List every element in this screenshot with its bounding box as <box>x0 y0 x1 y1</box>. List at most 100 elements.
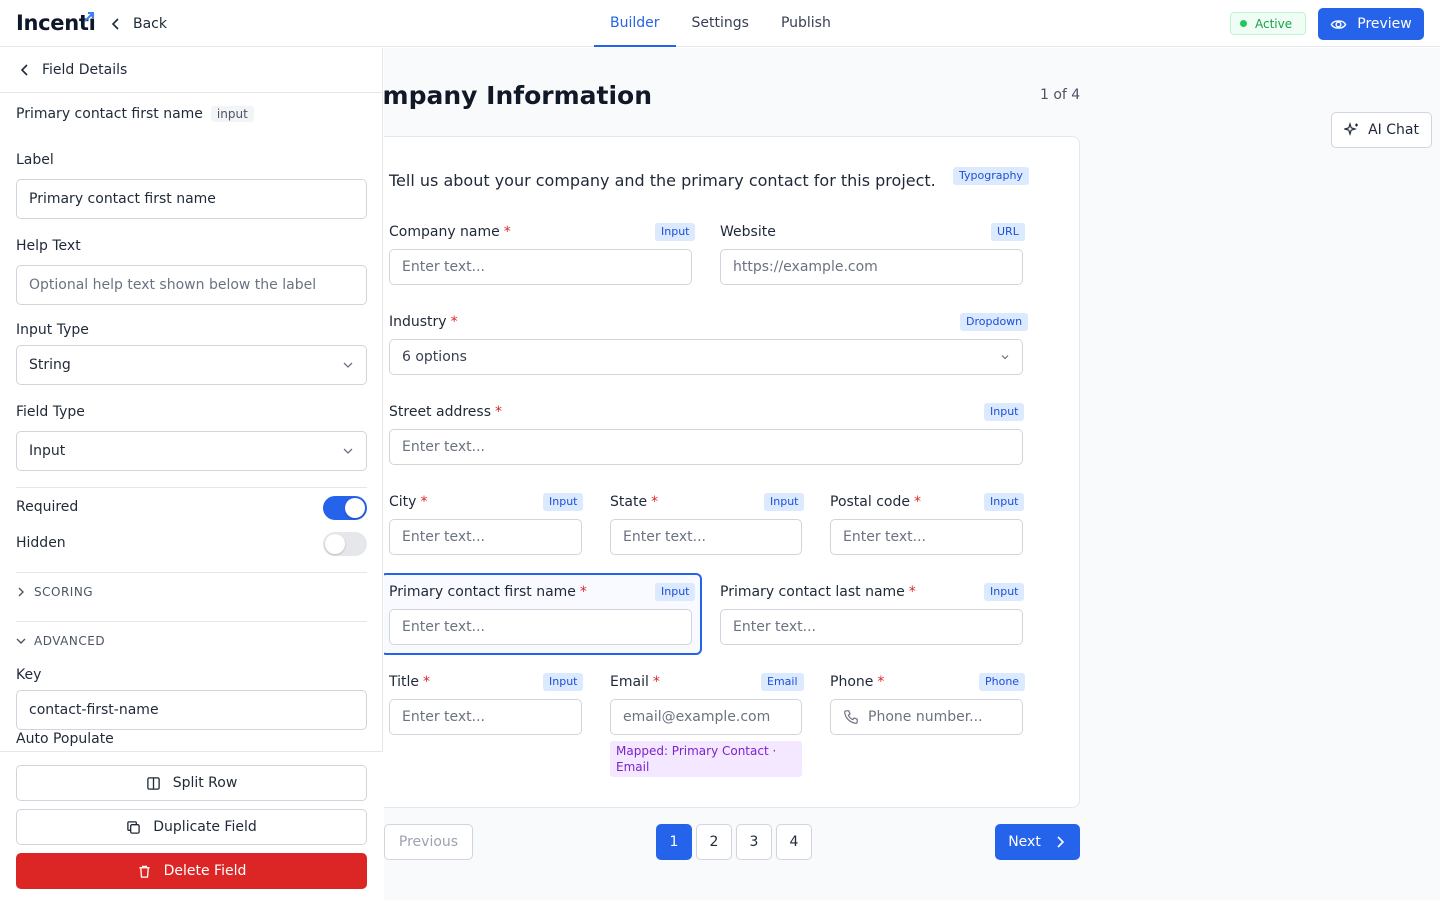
first-name-input[interactable] <box>389 609 692 645</box>
divider <box>16 572 367 573</box>
duplicate-field-button[interactable]: Duplicate Field <box>16 809 367 845</box>
scoring-section-toggle[interactable]: SCORING <box>16 585 93 599</box>
field-type-select[interactable]: Input <box>16 431 367 471</box>
required-label: Required <box>16 499 79 515</box>
status-dot-icon <box>1240 20 1247 27</box>
chevron-down-icon <box>1001 355 1009 360</box>
field-type-heading: Field Type <box>16 404 85 420</box>
duplicate-field-label: Duplicate Field <box>153 819 257 835</box>
help-text-heading: Help Text <box>16 238 81 254</box>
required-marker: * <box>877 674 885 690</box>
title-label: Title <box>389 674 420 690</box>
form-canvas: Company Information 1 of 4 AI Chat Tell … <box>384 48 1440 900</box>
input-type-heading: Input Type <box>16 322 89 338</box>
next-button[interactable]: Next <box>995 824 1080 860</box>
industry-select[interactable]: 6 options <box>389 339 1023 375</box>
field-label: Primary contact first name * <box>389 584 587 600</box>
scoring-label: SCORING <box>34 585 94 599</box>
email-input[interactable] <box>610 699 802 735</box>
tab-builder[interactable]: Builder <box>594 0 676 47</box>
copy-icon <box>127 820 141 834</box>
ai-chat-label: AI Chat <box>1368 122 1419 138</box>
street-input[interactable] <box>389 429 1023 465</box>
panel-actions: Split Row Duplicate Field Delete Field <box>0 751 383 900</box>
selected-field-summary: Primary contact first name input <box>16 106 254 122</box>
last-name-input[interactable] <box>720 609 1023 645</box>
input-type-select[interactable]: String <box>16 345 367 385</box>
chevron-right-icon <box>1057 836 1064 848</box>
eye-icon <box>1330 19 1347 29</box>
field-type-tag: Input <box>655 583 696 601</box>
phone-label: Phone <box>830 674 874 690</box>
divider <box>16 621 367 622</box>
trash-icon <box>138 865 150 878</box>
required-marker: * <box>913 494 921 510</box>
field-details-back[interactable]: Field Details <box>0 48 383 93</box>
status-label: Active <box>1255 16 1293 31</box>
tab-publish[interactable]: Publish <box>765 0 847 47</box>
delete-field-label: Delete Field <box>163 863 247 879</box>
website-input[interactable] <box>720 249 1023 285</box>
postal-label: Postal code <box>830 494 910 510</box>
advanced-section-toggle[interactable]: ADVANCED <box>16 634 105 648</box>
advanced-label: ADVANCED <box>34 634 106 648</box>
previous-button[interactable]: Previous <box>384 824 473 860</box>
preview-label: Preview <box>1357 16 1412 32</box>
company-name-input[interactable] <box>389 249 692 285</box>
required-marker: * <box>420 494 428 510</box>
intro-text: Tell us about your company and the prima… <box>389 171 936 190</box>
page-button-3[interactable]: 3 <box>736 824 772 860</box>
label-input[interactable] <box>16 179 367 219</box>
title-input[interactable] <box>389 699 582 735</box>
city-input[interactable] <box>389 519 582 555</box>
status-badge: Active <box>1230 12 1306 35</box>
required-marker: * <box>652 674 660 690</box>
hidden-toggle[interactable] <box>323 532 367 556</box>
state-input[interactable] <box>610 519 802 555</box>
city-label: City <box>389 494 417 510</box>
back-button[interactable]: Back <box>108 12 167 36</box>
phone-icon <box>844 710 858 724</box>
email-mapping-badge: Mapped: Primary Contact · Email <box>610 741 802 777</box>
postal-input[interactable] <box>830 519 1023 555</box>
columns-icon <box>146 776 160 790</box>
key-heading: Key <box>16 667 42 683</box>
divider <box>16 487 367 488</box>
email-label: Email <box>610 674 649 690</box>
delete-field-button[interactable]: Delete Field <box>16 853 367 889</box>
required-marker: * <box>908 584 916 600</box>
page-button-2[interactable]: 2 <box>696 824 732 860</box>
chevron-down-icon <box>343 362 353 368</box>
required-marker: * <box>579 584 587 600</box>
page-button-1[interactable]: 1 <box>656 824 692 860</box>
page-button-4[interactable]: 4 <box>776 824 812 860</box>
required-toggle[interactable] <box>323 496 367 520</box>
industry-label: Industry <box>389 314 447 330</box>
field-type-tag: Input <box>655 223 696 241</box>
field-type-tag: URL <box>991 223 1025 241</box>
selected-field-name: Primary contact first name <box>16 106 203 122</box>
required-marker: * <box>423 674 431 690</box>
main-tabs: Builder Settings Publish <box>594 0 847 47</box>
field-label: Postal code * <box>830 494 921 510</box>
input-type-value: String <box>29 357 71 373</box>
preview-button[interactable]: Preview <box>1318 8 1424 40</box>
split-row-button[interactable]: Split Row <box>16 765 367 801</box>
ai-chat-button[interactable]: AI Chat <box>1331 112 1432 148</box>
split-row-label: Split Row <box>172 775 238 791</box>
field-type-tag: Input <box>543 493 584 511</box>
top-bar: Incenti Back Builder Settings Publish Ac… <box>0 0 1440 47</box>
field-type-value: Input <box>29 443 66 459</box>
field-type-tag: Dropdown <box>960 313 1029 331</box>
state-label: State <box>610 494 648 510</box>
key-input[interactable] <box>16 690 367 730</box>
field-type-tag: Typography <box>953 167 1029 185</box>
chevron-left-icon <box>20 64 28 76</box>
page-counter: 1 of 4 <box>1040 87 1081 103</box>
tab-settings[interactable]: Settings <box>676 0 765 47</box>
first-name-label: Primary contact first name <box>389 584 576 600</box>
field-type-tag: Phone <box>979 673 1026 691</box>
auto-populate-heading: Auto Populate <box>16 731 114 747</box>
panel-title: Field Details <box>42 62 128 78</box>
help-text-input[interactable] <box>16 265 367 305</box>
